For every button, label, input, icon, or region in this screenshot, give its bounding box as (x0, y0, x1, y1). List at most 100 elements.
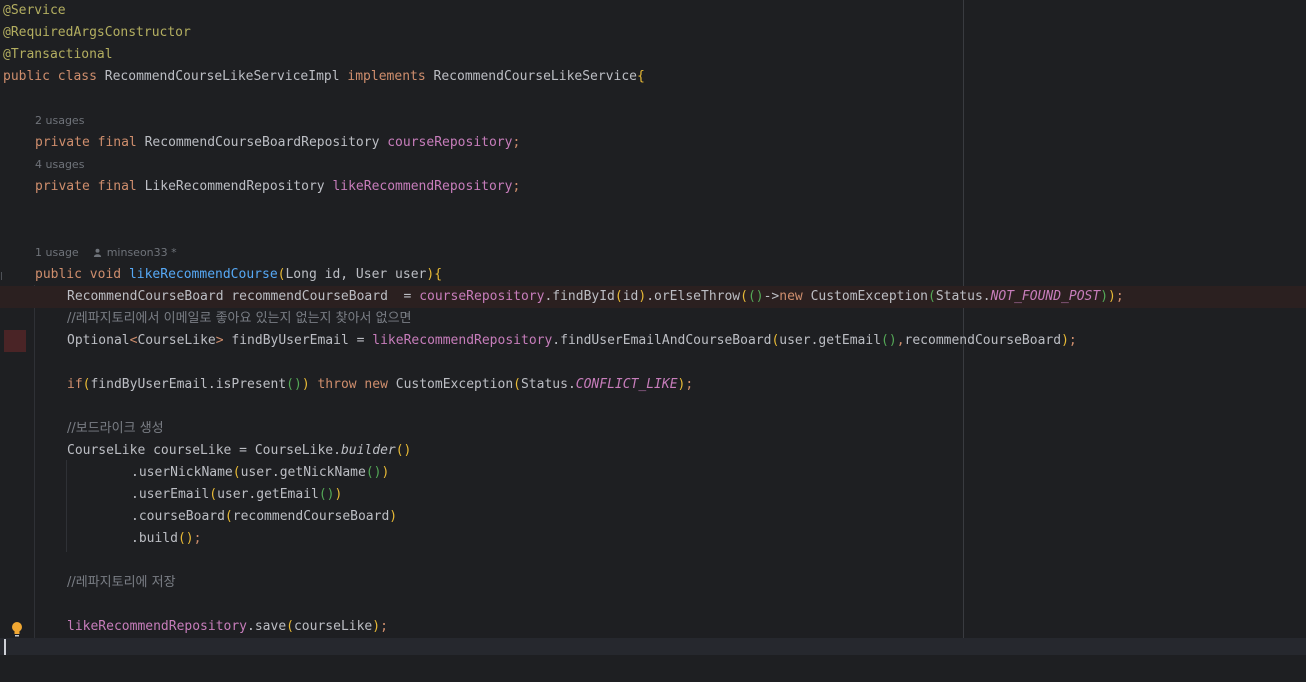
paren: ) (301, 377, 310, 392)
keyword: void (89, 267, 122, 282)
semicolon: ; (380, 619, 388, 634)
constant: NOT_FOUND_POST (990, 289, 1101, 304)
keyword: new (779, 289, 803, 304)
keyword: private (35, 179, 90, 194)
argument: id (622, 289, 639, 304)
argument: user.getEmail (779, 333, 882, 348)
argument: recommendCourseBoard (232, 509, 390, 524)
code-line: .userEmail(user.getEmail()) (0, 484, 1306, 506)
brace: { (637, 69, 645, 84)
code-line: .build(); (0, 528, 1306, 550)
keyword: throw (309, 377, 357, 392)
keyword: class (57, 69, 97, 84)
exception-class: CustomException (387, 377, 514, 392)
paren: ( (614, 289, 623, 304)
author-hint[interactable]: minseon33 * (107, 246, 177, 259)
paren: () (318, 487, 335, 502)
argument: user.getNickName (240, 465, 366, 480)
method-call: .userNickName (131, 465, 233, 480)
code-line: Optional<CourseLike> findByUserEmail = l… (0, 330, 1306, 352)
condition: findByUserEmail.isPresent (90, 377, 287, 392)
method-signature: public void likeRecommendCourse(Long id,… (35, 264, 442, 286)
constant: CONFLICT_LIKE (575, 377, 678, 392)
keyword: implements (347, 69, 426, 84)
status-class: Status. (935, 289, 991, 304)
field-name: courseRepository (387, 135, 513, 150)
class-name: RecommendCourseLikeServiceImpl (104, 69, 340, 84)
code-editor[interactable]: @Service @RequiredArgsConstructor @Trans… (0, 0, 1306, 655)
code-line: @RequiredArgsConstructor (0, 22, 1306, 44)
semicolon: ; (685, 377, 694, 392)
declaration: findByUserEmail = (223, 333, 373, 348)
paren: ) (1108, 289, 1116, 304)
comment: //레파지토리에서 이메일로 좋아요 있는지 없는지 찾아서 없으면 (67, 311, 412, 326)
field-ref: courseRepository (419, 289, 545, 304)
paren: () (286, 377, 302, 392)
declaration: RecommendCourseBoard recommendCourseBoar… (67, 289, 420, 304)
code-line: //보드라이크 생성 (0, 418, 1306, 440)
keyword: public (35, 267, 82, 282)
method-call: .findById (544, 289, 615, 304)
keyword: final (97, 179, 137, 194)
code-line: //레파지토리에 저장 (0, 572, 1306, 594)
keyword: new (356, 377, 388, 392)
semicolon: ; (512, 179, 521, 194)
annotation-required-args: @RequiredArgsConstructor (3, 25, 191, 40)
field-ref: likeRecommendRepository (372, 333, 553, 348)
field-ref: likeRecommendRepository (67, 619, 248, 634)
field-type: LikeRecommendRepository (144, 179, 325, 194)
keyword: if (67, 377, 83, 392)
semicolon: ; (1068, 333, 1077, 348)
method-call: .findUserEmailAndCourseBoard (552, 333, 772, 348)
code-line-highlighted: RecommendCourseBoard recommendCourseBoar… (0, 286, 1306, 352)
brace: { (434, 267, 443, 282)
semicolon: ; (1115, 289, 1124, 304)
paren: ) (1100, 289, 1109, 304)
interface-name: RecommendCourseLikeService (433, 69, 638, 84)
code-line: CourseLike courseLike = CourseLike.build… (0, 440, 1306, 462)
field-type: RecommendCourseBoardRepository (144, 135, 380, 150)
semicolon: ; (512, 135, 521, 150)
current-line[interactable] (0, 638, 1306, 655)
statement: CourseLike courseLike = CourseLike.build… (67, 440, 411, 462)
code-line: @Transactional (0, 44, 1306, 66)
statement: likeRecommendRepository.save(courseLike)… (67, 616, 388, 638)
paren: ( (740, 289, 748, 304)
status-class: Status. (520, 377, 576, 392)
paren: () (395, 443, 412, 458)
paren: ( (927, 289, 936, 304)
usages-hint[interactable]: 1 usage (35, 246, 79, 259)
builder-call: .courseBoard(recommendCourseBoard) (131, 506, 397, 528)
usages-hint[interactable]: 4 usages (35, 154, 84, 176)
paren: ( (224, 509, 233, 524)
paren: ) (755, 289, 764, 304)
usages-hint[interactable]: 2 usages (35, 110, 84, 132)
code-line: .userNickName(user.getNickName()) (0, 462, 1306, 484)
exception-class: CustomException (802, 289, 928, 304)
argument: courseLike (293, 619, 373, 634)
paren: ) (334, 487, 343, 502)
paren: ( (286, 619, 294, 634)
method-params: Long id, User user (285, 267, 427, 282)
type-name: Optional (67, 333, 130, 348)
paren: ) (372, 619, 381, 634)
comma: , (896, 333, 905, 348)
user-icon (93, 248, 101, 257)
argument: user.getEmail (217, 487, 319, 502)
statement: if ( findByUserEmail.isPresent()) throw ne… (67, 374, 693, 396)
class-declaration-line: public class RecommendCourseLikeServiceI… (0, 66, 1306, 88)
generic-type: CourseLike (137, 333, 216, 348)
generic-bracket: > (215, 333, 224, 348)
paren: ( (209, 487, 218, 502)
paren: ( (232, 465, 241, 480)
builder-call: .userEmail(user.getEmail()) (131, 484, 342, 506)
paren: () (365, 465, 382, 480)
paren: ( (513, 377, 521, 392)
field-declaration: private final RecommendCourseBoardReposi… (35, 132, 520, 154)
argument: recommendCourseBoard (904, 333, 1062, 348)
keyword: private (35, 135, 90, 150)
keyword: public (3, 69, 50, 84)
paren: () (881, 333, 897, 348)
method-call: .userEmail (131, 487, 210, 502)
field-line: private final RecommendCourseBoardReposi… (0, 132, 1306, 154)
